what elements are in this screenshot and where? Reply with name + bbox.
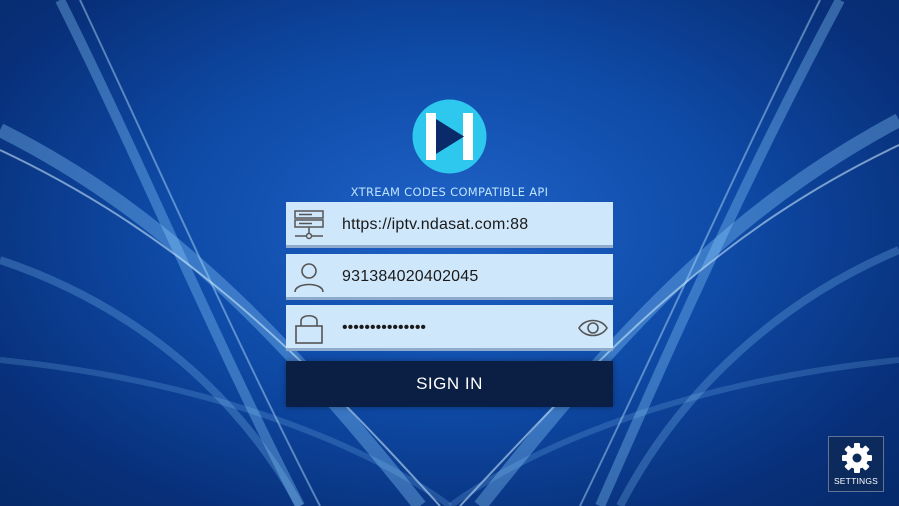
login-screen: XTREAM CODES COMPATIBLE API https://iptv…: [0, 0, 899, 506]
server-icon: [294, 210, 324, 240]
settings-button[interactable]: SETTINGS: [828, 436, 884, 492]
password-field[interactable]: •••••••••••••••: [286, 305, 613, 351]
lock-icon: [295, 314, 323, 344]
password-value: •••••••••••••••: [342, 319, 427, 336]
server-url-value: https://iptv.ndasat.com:88: [342, 216, 529, 233]
user-icon: [294, 263, 324, 293]
username-value: 931384020402045: [342, 268, 479, 285]
api-label: XTREAM CODES COMPATIBLE API: [350, 185, 549, 199]
username-field[interactable]: 931384020402045: [286, 254, 613, 300]
sign-in-button[interactable]: SIGN IN: [286, 361, 613, 407]
play-logo-icon: [412, 99, 487, 174]
server-url-field[interactable]: https://iptv.ndasat.com:88: [286, 202, 613, 248]
settings-label: SETTINGS: [833, 476, 879, 486]
eye-icon[interactable]: [577, 313, 609, 343]
background-light-streaks: [0, 0, 899, 506]
gear-icon: [842, 443, 872, 473]
